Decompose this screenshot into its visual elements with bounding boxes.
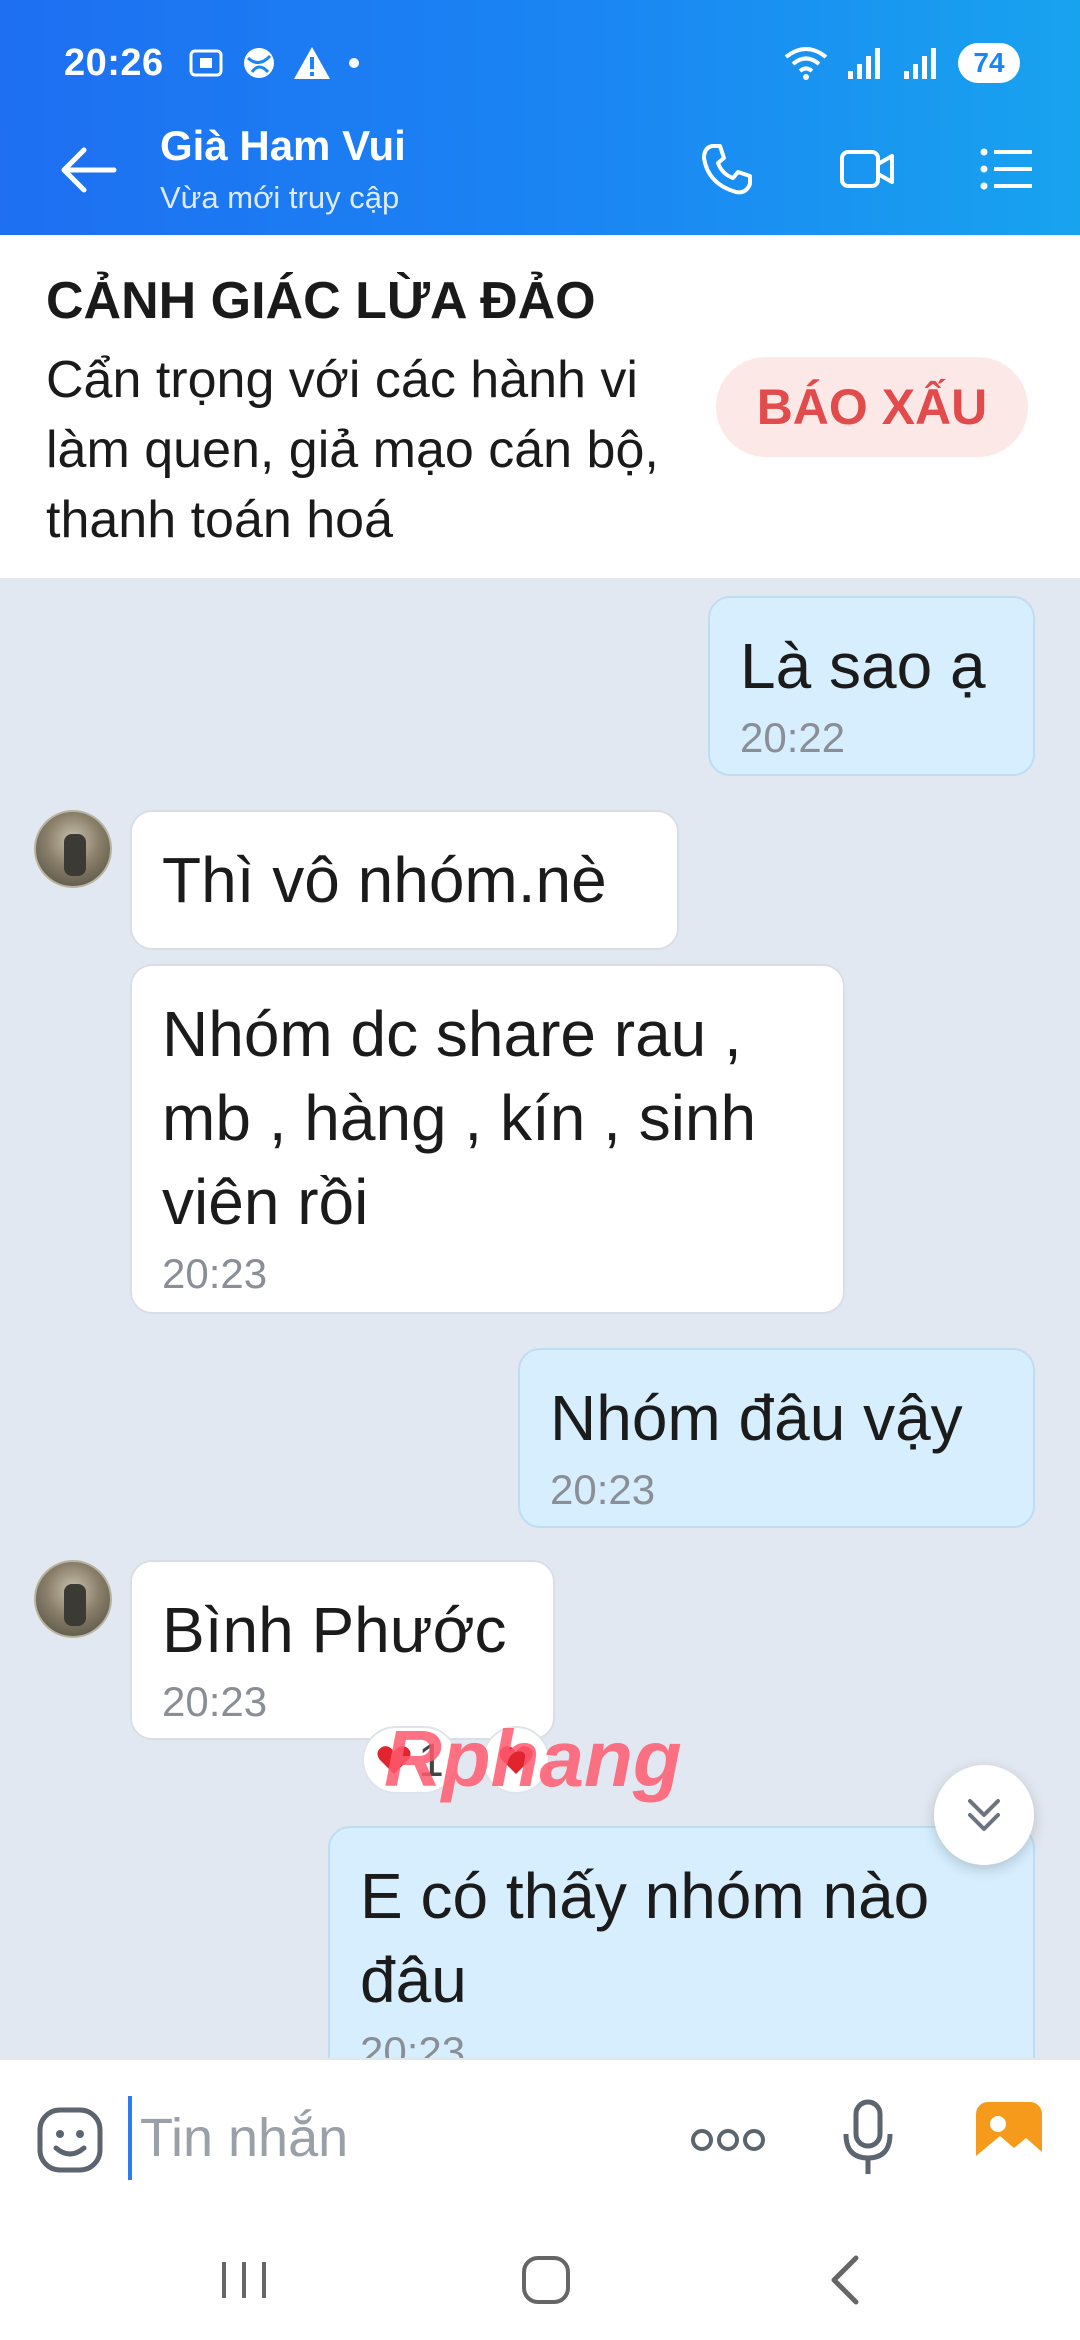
list-menu-icon[interactable]	[978, 140, 1036, 198]
battery-indicator: 74	[958, 43, 1020, 83]
message-text: E có thấy nhóm nào đâu	[360, 1860, 930, 2016]
scroll-to-bottom-button[interactable]	[934, 1765, 1034, 1865]
signal-icon	[848, 48, 880, 79]
message-input[interactable]: Tin nhắn	[128, 2096, 648, 2180]
warning-title: CẢNH GIÁC LỪA ĐẢO	[46, 272, 596, 330]
back-icon[interactable]	[818, 2250, 878, 2310]
status-time: 20:26	[64, 41, 164, 84]
app-bar: Già Ham Vui Vừa mới truy cập	[0, 118, 1080, 218]
contact-name: Già Ham Vui	[160, 122, 406, 169]
back-arrow-icon[interactable]	[58, 144, 118, 196]
dot-icon	[348, 58, 359, 68]
warning-text: Cẩn trọng với các hành vi làm quen, giả …	[46, 351, 659, 549]
header-actions	[698, 140, 1036, 198]
message-text: Là sao ạ	[740, 630, 986, 702]
message-time: 20:23	[550, 1466, 656, 1513]
watermark-logo: Rphang	[384, 1714, 682, 1803]
status-notification-icons	[186, 43, 362, 83]
phone-icon[interactable]	[698, 140, 756, 198]
message-bubble-outgoing[interactable]: Nhóm đâu vậy 20:23	[518, 1348, 1035, 1528]
more-dots-icon[interactable]	[688, 2110, 768, 2170]
microphone-icon[interactable]	[840, 2098, 896, 2178]
chat-area[interactable]: Là sao ạ 20:22 Thì vô nhóm.nè Nhóm dc sh…	[0, 578, 1080, 2058]
message-time: 20:23	[360, 2028, 466, 2058]
sticker-icon[interactable]	[34, 2104, 106, 2176]
message-bubble-incoming[interactable]: Thì vô nhóm.nè	[130, 810, 679, 950]
message-text: Nhóm đâu vậy	[550, 1382, 963, 1454]
avatar[interactable]	[34, 810, 112, 888]
double-chevron-down-icon	[968, 1799, 1000, 1831]
wifi-icon	[784, 47, 828, 80]
video-camera-icon[interactable]	[838, 140, 896, 198]
message-time: 20:23	[162, 1250, 268, 1297]
message-text: Thì vô nhóm.nè	[162, 844, 607, 916]
header: 20:26 74 Già Ham Vui Vừa mới truy cập	[0, 0, 1080, 235]
message-bubble-outgoing[interactable]: E có thấy nhóm nào đâu 20:23	[328, 1826, 1035, 2058]
recent-apps-icon[interactable]	[214, 2250, 274, 2310]
system-nav-bar	[0, 2214, 1080, 2340]
watermark-text: Rphang	[384, 1714, 682, 1803]
image-icon[interactable]	[974, 2100, 1044, 2170]
home-icon[interactable]	[516, 2250, 576, 2310]
message-time: 20:22	[740, 714, 846, 761]
warning-triangle-icon	[293, 47, 330, 79]
signal-icon-2	[904, 48, 936, 79]
message-bubble-outgoing[interactable]: Là sao ạ 20:22	[708, 596, 1035, 776]
contact-info[interactable]: Già Ham Vui Vừa mới truy cập	[160, 122, 406, 216]
avatar[interactable]	[34, 1560, 112, 1638]
status-right: 74	[782, 43, 1020, 83]
globe-icon	[243, 48, 274, 78]
message-composer: Tin nhắn	[0, 2058, 1080, 2214]
status-bar: 20:26 74	[64, 38, 1020, 88]
screenshot-icon	[189, 49, 223, 77]
message-bubble-incoming[interactable]: Nhóm dc share rau , mb , hàng , kín , si…	[130, 964, 845, 1314]
contact-status: Vừa mới truy cập	[160, 180, 400, 215]
scam-warning-banner: CẢNH GIÁC LỪA ĐẢO Cẩn trọng với các hành…	[0, 235, 1080, 578]
report-button[interactable]: BÁO XẤU	[716, 357, 1028, 457]
message-text: Bình Phước	[162, 1594, 507, 1666]
message-text: Nhóm dc share rau , mb , hàng , kín , si…	[162, 998, 757, 1238]
